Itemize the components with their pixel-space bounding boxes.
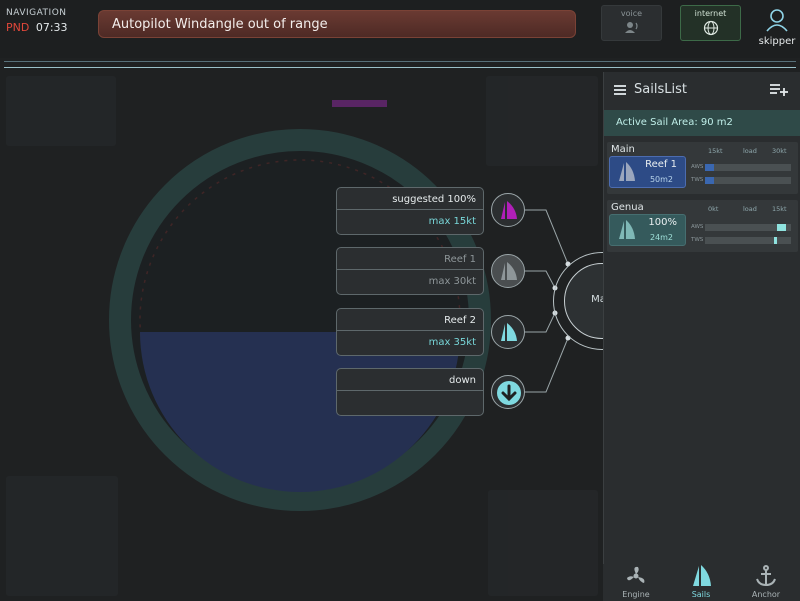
sail-wind-max: 15kt: [772, 205, 787, 213]
sail-wind-min: 0kt: [708, 205, 719, 213]
sails-list-header: SailsList: [604, 72, 800, 108]
sail-icon: [619, 162, 635, 181]
option-subtitle: max 30kt: [428, 276, 476, 287]
sail-load-label: load: [743, 205, 757, 213]
sail-setting: Reef 1: [645, 159, 677, 170]
tws-load-fill: [774, 237, 777, 244]
option-title: Reef 1: [444, 254, 476, 265]
option-title: Reef 2: [444, 315, 476, 326]
sail-area: 50m2: [649, 175, 673, 184]
option-reef-1[interactable]: Reef 1 max 30kt: [336, 247, 484, 295]
sail-icon: [619, 220, 635, 239]
propeller-icon: [627, 566, 645, 583]
option-subtitle: max 15kt: [428, 216, 476, 227]
active-sail-area: Active Sail Area: 90 m2: [604, 110, 800, 136]
sails-list-panel: SailsList Active Sail Area: 90 m2 Main 1…: [603, 72, 800, 601]
sail-wind-max: 30kt: [772, 147, 787, 155]
aws-label: AWS: [691, 224, 704, 230]
sail-name: Main: [611, 144, 635, 155]
add-list-icon[interactable]: [769, 83, 789, 97]
sail-wind-min: 15kt: [708, 147, 723, 155]
sail-setting-tile[interactable]: Reef 1 50m2: [609, 156, 686, 188]
option-subtitle: max 35kt: [428, 337, 476, 348]
sails-list-title: SailsList: [634, 82, 687, 97]
nav-sails-label: Sails: [691, 590, 711, 599]
bottom-navigation: Engine Sails Anchor: [603, 564, 800, 601]
sail-card-main[interactable]: Main 15kt load 30kt Reef 1 50m2 AWS TWS: [607, 142, 798, 194]
active-sail-area-text: Active Sail Area: 90 m2: [616, 117, 733, 128]
aws-load-bar: [705, 224, 791, 231]
aws-load-fill: [777, 224, 786, 231]
aws-label: AWS: [691, 164, 704, 170]
sail-setting: 100%: [648, 217, 677, 228]
aws-load-fill: [705, 164, 714, 171]
sail-area: 24m2: [649, 233, 673, 242]
tws-load-bar: [705, 237, 791, 244]
arrow-down-icon[interactable]: [491, 375, 525, 409]
sail-load-label: load: [743, 147, 757, 155]
option-down[interactable]: down: [336, 368, 484, 416]
option-title: down: [449, 375, 476, 386]
anchor-icon: [756, 565, 776, 587]
sail-icon[interactable]: [491, 254, 525, 288]
nav-anchor-label: Anchor: [751, 590, 781, 599]
sail-icon: [693, 565, 711, 586]
nav-sails[interactable]: Sails: [671, 564, 731, 599]
nav-engine[interactable]: Engine: [606, 564, 666, 599]
option-title: suggested 100%: [392, 194, 476, 205]
nav-anchor[interactable]: Anchor: [736, 564, 796, 599]
tws-load-fill: [705, 177, 714, 184]
tws-label: TWS: [691, 177, 704, 183]
menu-icon[interactable]: [614, 85, 626, 95]
option-suggested-100[interactable]: suggested 100% max 15kt: [336, 187, 484, 235]
option-reef-2[interactable]: Reef 2 max 35kt: [336, 308, 484, 356]
aws-load-bar: [705, 164, 791, 171]
tws-label: TWS: [691, 237, 704, 243]
sail-icon[interactable]: [491, 193, 525, 227]
sail-icon[interactable]: [491, 315, 525, 349]
sail-card-genua[interactable]: Genua 0kt load 15kt 100% 24m2 AWS TWS: [607, 200, 798, 252]
sail-name: Genua: [611, 202, 644, 213]
tws-load-bar: [705, 177, 791, 184]
nav-engine-label: Engine: [622, 590, 650, 599]
sail-setting-tile[interactable]: 100% 24m2: [609, 214, 686, 246]
